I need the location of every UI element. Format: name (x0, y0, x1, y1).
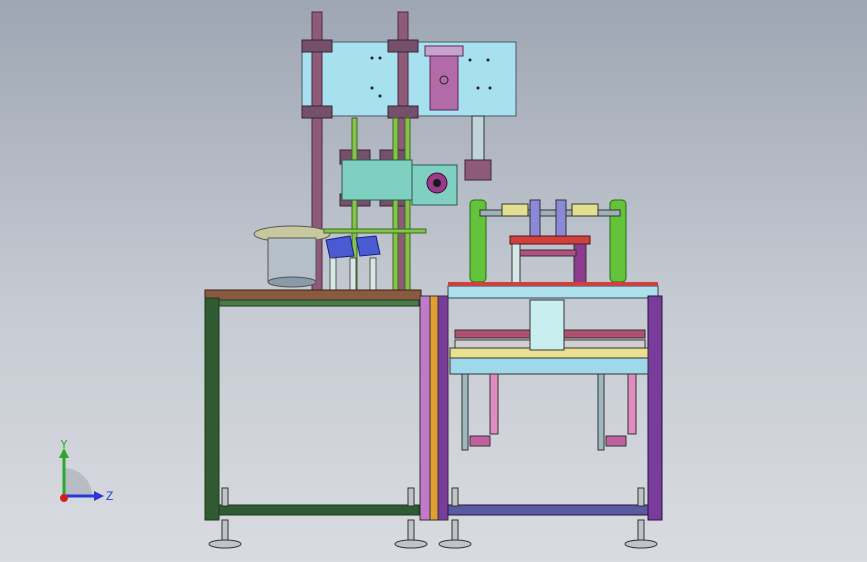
feed-track-supports (329, 257, 377, 291)
right-table-top[interactable] (447, 285, 659, 299)
actuator-cap (424, 45, 464, 57)
right-gripper-rod[interactable] (471, 115, 485, 163)
horizontal-slider-bar[interactable] (479, 209, 621, 217)
fixture-crossbar (519, 249, 577, 257)
3d-viewport[interactable]: Y Z (0, 0, 867, 562)
blue-pusher-right[interactable] (555, 199, 567, 241)
fixture-top[interactable] (509, 235, 591, 245)
y-axis-label: Y (60, 440, 68, 451)
triad-quadrant (64, 468, 92, 496)
machine-assembly-model[interactable] (0, 0, 867, 562)
top-mounting-plate[interactable] (301, 41, 517, 117)
coordinate-triad: Y Z (59, 440, 113, 503)
feed-rail (323, 228, 427, 234)
right-gripper-head[interactable] (464, 159, 492, 181)
left-slider-carriage[interactable] (501, 203, 529, 217)
middle-column (419, 295, 449, 521)
right-table-red-strip (448, 282, 658, 286)
right-internal-mechanism[interactable] (449, 299, 649, 375)
lower-cylinders[interactable] (461, 373, 637, 451)
z-axis-label: Z (106, 489, 113, 503)
bowl-feeder-base (267, 276, 317, 288)
z-arrow-head (94, 491, 104, 501)
left-frame (204, 297, 420, 521)
left-table-top[interactable] (204, 289, 422, 301)
bowl-feeder-body[interactable] (267, 237, 317, 283)
rotor-hub (433, 179, 441, 187)
right-slider-carriage[interactable] (571, 203, 599, 217)
blue-pusher-left[interactable] (529, 199, 541, 241)
x-axis-dot (60, 494, 68, 502)
actuator-block[interactable] (429, 54, 459, 111)
mid-slide-block[interactable] (341, 159, 413, 201)
